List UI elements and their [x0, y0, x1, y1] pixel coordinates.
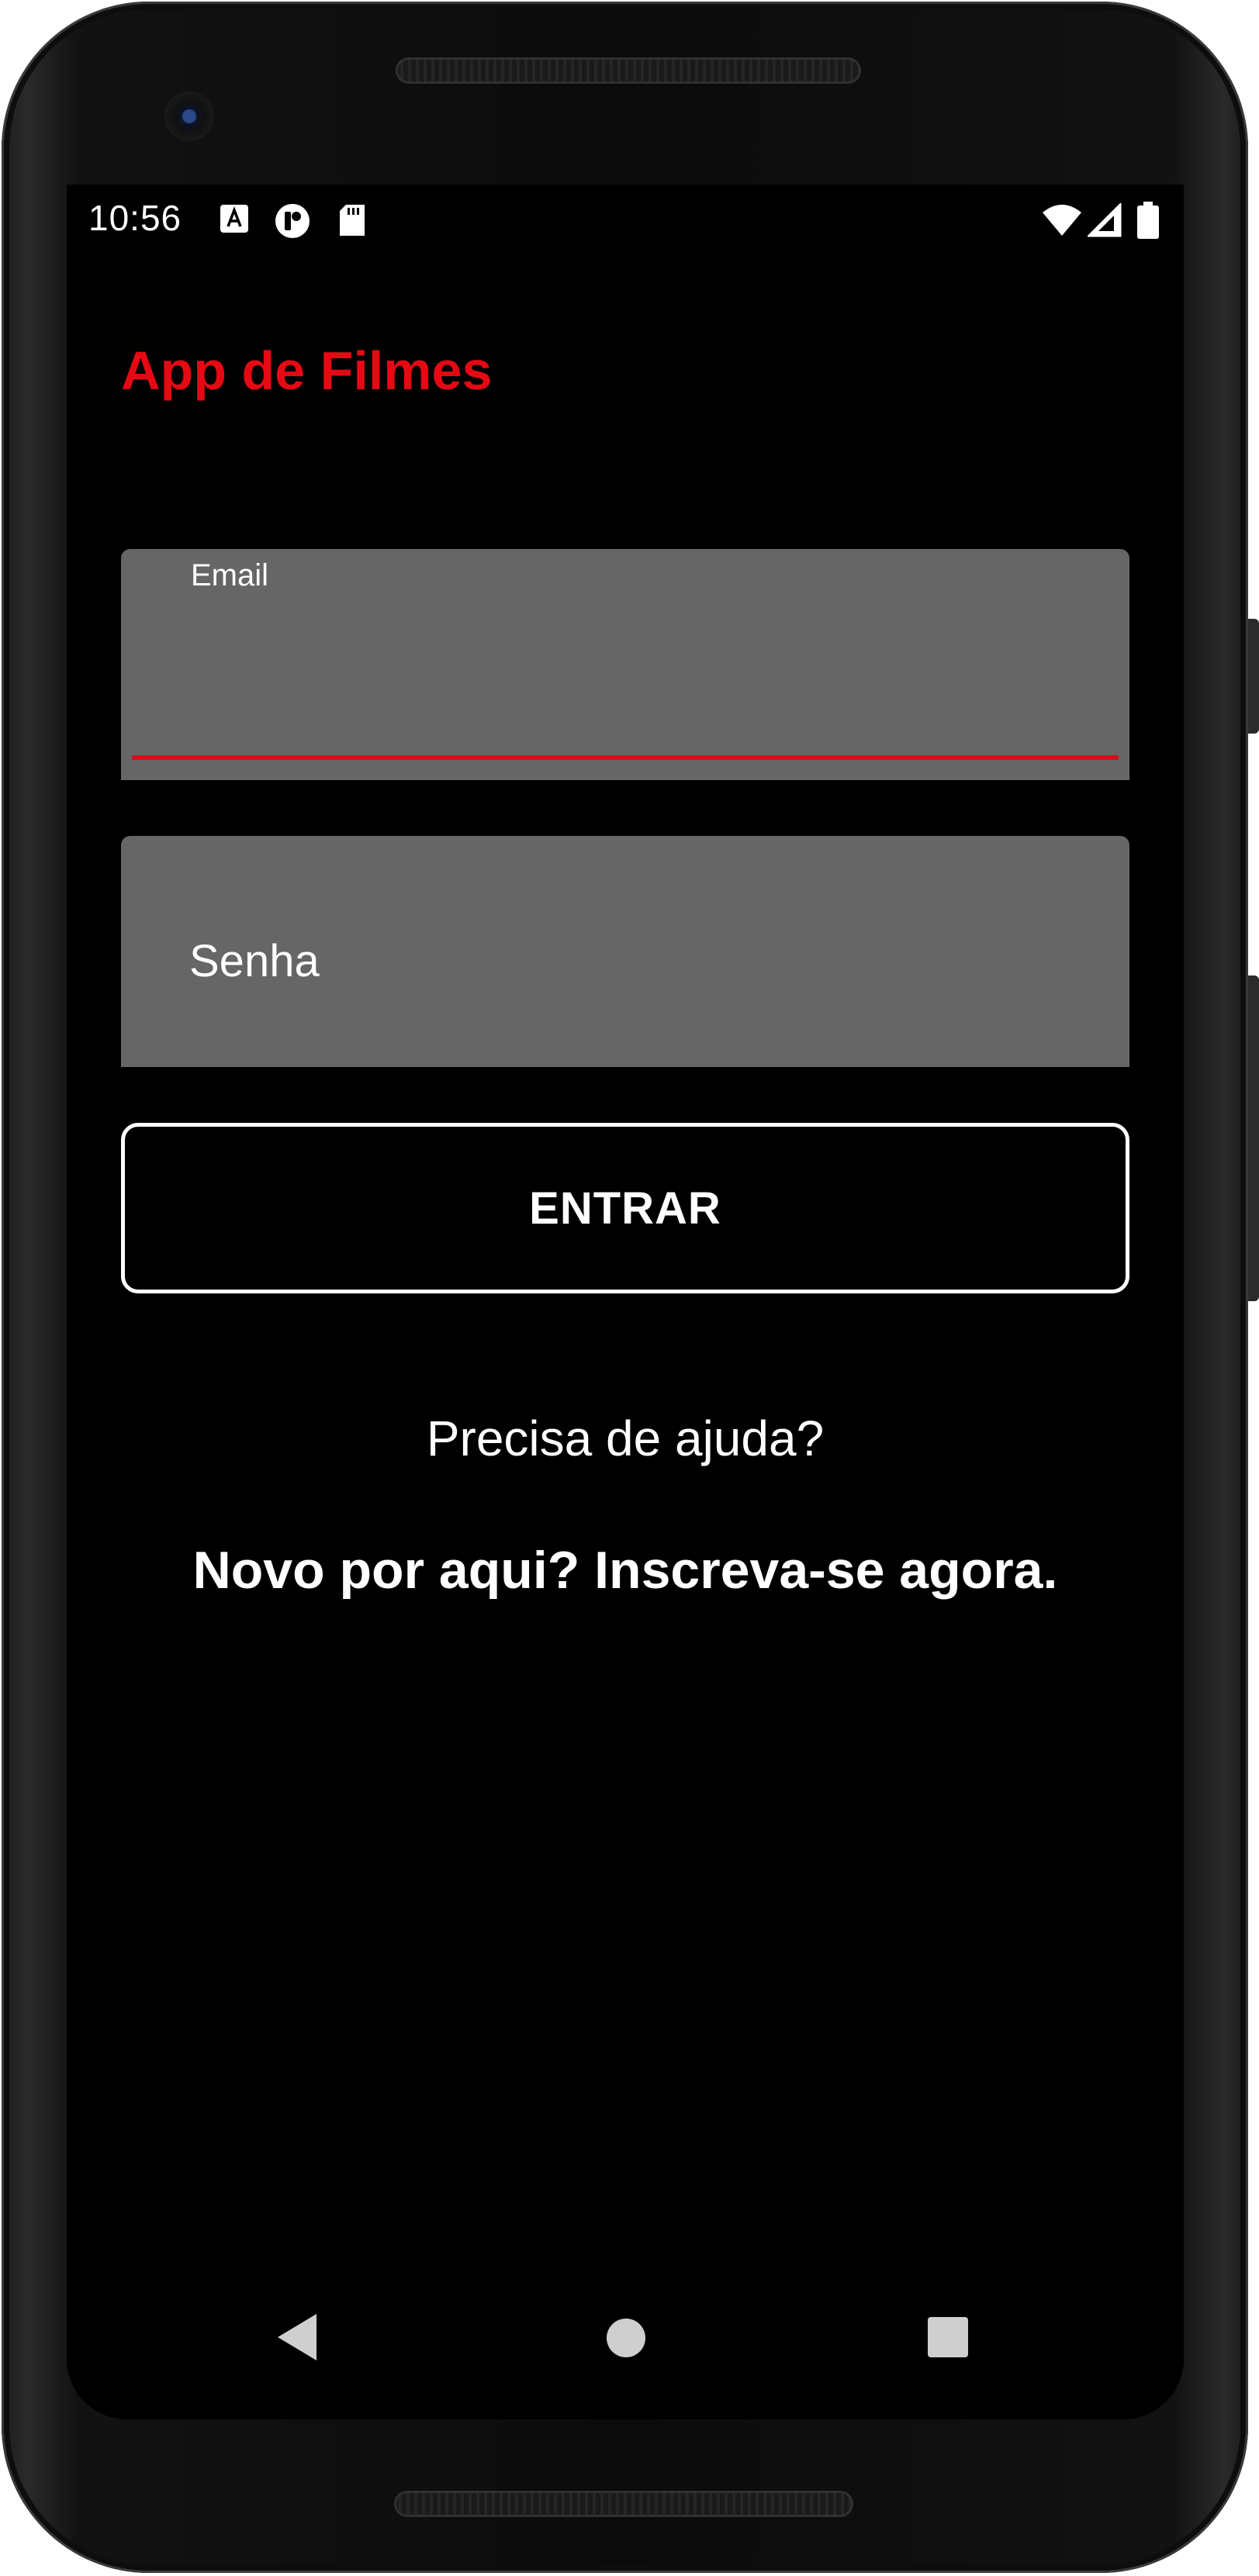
bottom-speaker: [394, 2491, 853, 2517]
password-field[interactable]: Senha: [121, 836, 1129, 1067]
notification-icon: [275, 203, 310, 243]
cell-signal-icon: [1086, 202, 1122, 241]
password-placeholder: Senha: [189, 936, 320, 986]
earpiece-speaker: [396, 57, 861, 84]
help-link[interactable]: Precisa de ajuda?: [67, 1410, 1184, 1467]
back-icon[interactable]: [278, 2314, 316, 2360]
power-key: [1248, 619, 1259, 734]
screen: 10:56 App de Filmes Email Senha ENTRAR P…: [67, 185, 1184, 2419]
login-button[interactable]: ENTRAR: [121, 1123, 1129, 1293]
app-title: App de Filmes: [121, 340, 493, 401]
wifi-icon: [1041, 203, 1083, 241]
email-focus-underline: [132, 755, 1119, 760]
sd-card-icon: [338, 203, 366, 241]
signup-link[interactable]: Novo por aqui? Inscreva-se agora.: [67, 1540, 1184, 1601]
home-icon[interactable]: [607, 2319, 645, 2357]
status-bar: 10:56: [67, 185, 1184, 262]
email-field[interactable]: Email: [121, 549, 1129, 780]
accessibility-icon: [219, 203, 250, 238]
volume-key: [1248, 975, 1259, 1301]
battery-icon: [1137, 202, 1159, 243]
email-label: Email: [191, 558, 269, 592]
front-camera: [164, 92, 214, 141]
recents-icon[interactable]: [928, 2317, 968, 2357]
status-time: 10:56: [88, 198, 182, 238]
